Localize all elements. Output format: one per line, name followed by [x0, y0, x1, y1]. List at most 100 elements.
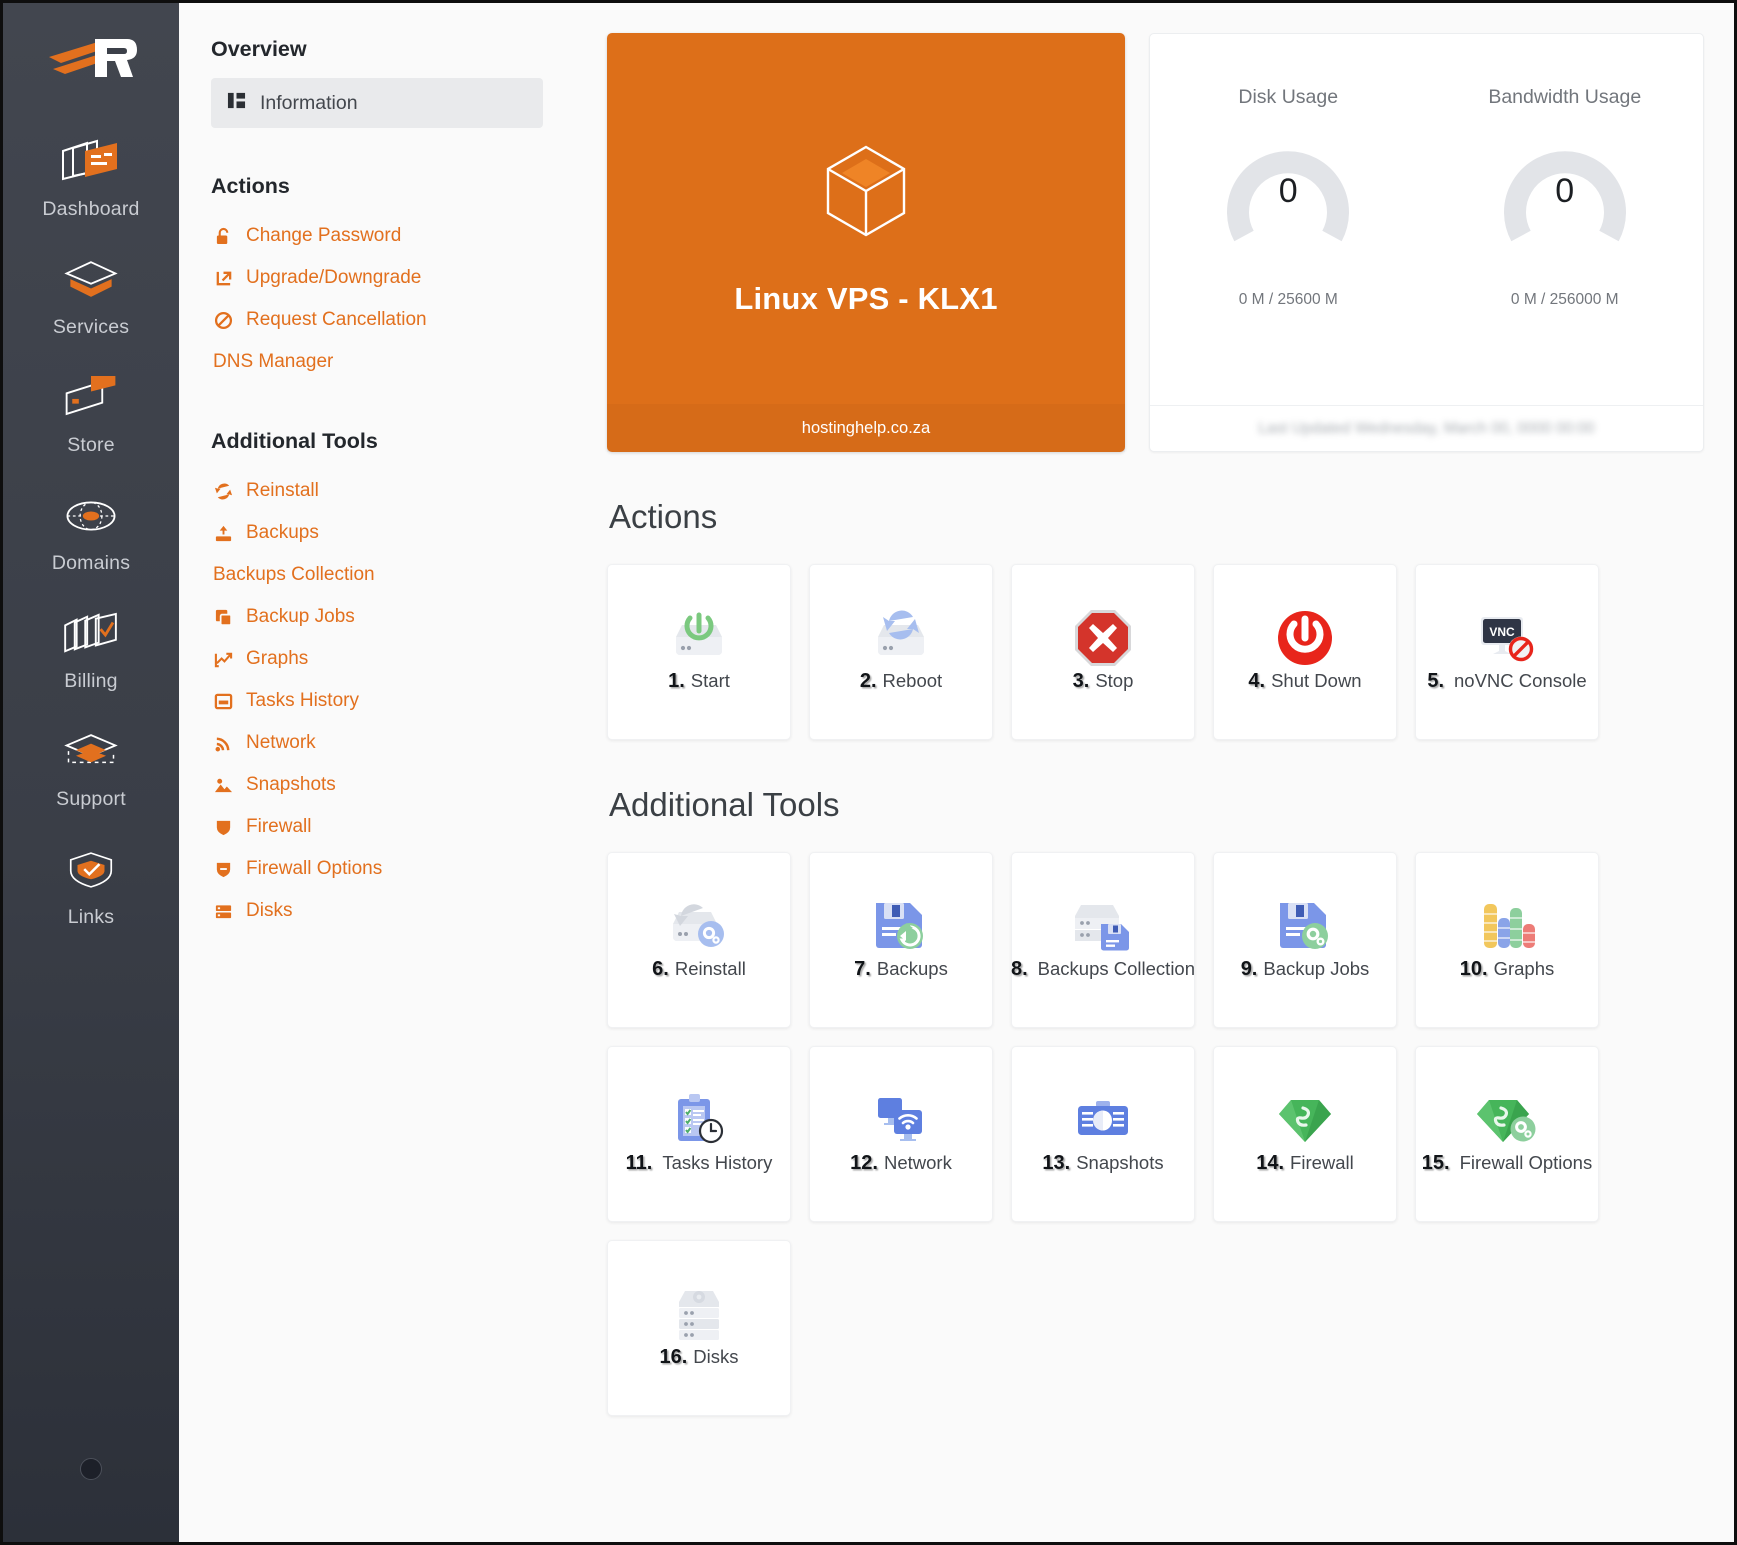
gauge-arc: 0 [1158, 131, 1418, 249]
nav-link-request-cancellation[interactable]: Request Cancellation [211, 299, 543, 341]
sidebar-item-services[interactable]: Services [3, 235, 179, 353]
store-icon [3, 370, 179, 426]
bar-chart-icon [1474, 883, 1540, 969]
secondary-nav: Overview Information Actions Change Pass… [179, 3, 579, 1542]
nav-link-firewall[interactable]: Firewall [211, 806, 543, 848]
action-tile-reboot[interactable]: 2. Reboot [809, 564, 993, 740]
tile-number: 1. [668, 670, 685, 692]
sidebar-item-billing[interactable]: Billing [3, 589, 179, 707]
sidebar-item-label: Dashboard [42, 198, 140, 220]
nav-link-label: Disks [246, 900, 293, 921]
gauge-title: Disk Usage [1238, 86, 1339, 108]
image-icon [213, 776, 233, 795]
firewall-gem-icon [1273, 1077, 1337, 1163]
nav-link-backups[interactable]: Backups [211, 512, 543, 554]
actions-section-heading: Actions [609, 498, 718, 535]
tile-label: Backups [876, 958, 948, 979]
gauge-subtext: 0 M / 25600 M [1238, 291, 1338, 308]
server-reinstall-icon [663, 883, 735, 969]
unlock-icon [213, 227, 233, 246]
nav-link-label: Backups [246, 522, 319, 543]
tool-tile-snapshots[interactable]: 13. Snapshots [1011, 1046, 1195, 1222]
tile-label: Tasks History [662, 1152, 773, 1173]
gauge-value: 0 [1555, 172, 1575, 211]
tool-tile-network[interactable]: 12. Network [809, 1046, 993, 1222]
tool-tile-disks[interactable]: 16. Disks [607, 1240, 791, 1416]
tile-label: Firewall [1290, 1152, 1354, 1173]
tile-number: 14. [1256, 1152, 1285, 1174]
tool-tile-backups-collection[interactable]: 8. Backups Collection [1011, 852, 1195, 1028]
action-tile-stop[interactable]: 3. Stop [1011, 564, 1195, 740]
sidebar-collapse-dot[interactable] [80, 1458, 102, 1480]
nav-link-snapshots[interactable]: Snapshots [211, 764, 543, 806]
tool-tile-backups[interactable]: 7. Backups [809, 852, 993, 1028]
backup-upload-icon [213, 524, 233, 543]
tool-tile-firewall[interactable]: 14. Firewall [1213, 1046, 1397, 1222]
nav-link-label: Backups Collection [213, 564, 375, 585]
nav-link-label: Backup Jobs [246, 606, 355, 627]
sidebar-item-domains[interactable]: Domains [3, 471, 179, 589]
sidebar-item-label: Links [67, 906, 115, 928]
power-off-icon [1274, 595, 1336, 681]
shield-icon [213, 818, 233, 837]
sidebar-item-label: Store [67, 434, 115, 456]
tool-tile-reinstall[interactable]: 6. Reinstall [607, 852, 791, 1028]
action-tile-start[interactable]: 1. Start [607, 564, 791, 740]
sidebar-item-information[interactable]: Information [211, 78, 543, 128]
nav-link-dns-manager[interactable]: DNS Manager [211, 341, 543, 383]
tools-section-heading: Additional Tools [609, 786, 840, 823]
nav-link-label: Firewall Options [246, 858, 383, 879]
nav-link-disks[interactable]: Disks [211, 890, 543, 932]
tile-number: 11. [625, 1152, 653, 1174]
nav-link-tasks-history[interactable]: Tasks History [211, 680, 543, 722]
svg-text:VNC: VNC [1489, 625, 1515, 639]
tile-number: 5. [1427, 670, 1445, 692]
nav-link-reinstall[interactable]: Reinstall [211, 470, 543, 512]
tile-number: 7. [854, 958, 871, 980]
floppy-gear-icon [1272, 883, 1338, 969]
tool-tile-graphs[interactable]: 10. Graphs [1415, 852, 1599, 1028]
nav-link-network[interactable]: Network [211, 722, 543, 764]
tools-tile-grid: 6. Reinstall 7. Backups 8. Backups Colle… [607, 852, 1704, 1416]
nav-link-change-password[interactable]: Change Password [211, 215, 543, 257]
tool-tile-firewall-options[interactable]: 15. Firewall Options [1415, 1046, 1599, 1222]
nav-link-label: Change Password [246, 225, 402, 246]
gauge-arc: 0 [1435, 131, 1695, 249]
sidebar-item-store[interactable]: Store [3, 353, 179, 471]
nav-link-upgrade-downgrade[interactable]: Upgrade/Downgrade [211, 257, 543, 299]
tile-number: 4. [1248, 670, 1266, 692]
tile-label: Shut Down [1271, 670, 1362, 691]
tile-label: Graphs [1493, 958, 1555, 979]
usage-card-footer: Last Updated Wednesday, March 00, 0000 0… [1150, 405, 1703, 451]
nav-link-backups-collection[interactable]: Backups Collection [211, 554, 543, 596]
action-tile-shut-down[interactable]: 4. Shut Down [1213, 564, 1397, 740]
sidebar-item-links[interactable]: Links [3, 825, 179, 943]
nav-link-firewall-options[interactable]: Firewall Options [211, 848, 543, 890]
information-icon [227, 91, 246, 115]
disk-stack-icon [668, 1271, 730, 1357]
sidebar-item-support[interactable]: Support [3, 707, 179, 825]
brand-logo[interactable] [41, 29, 141, 91]
action-tile-novnc-console[interactable]: VNC 5. noVNC Console [1415, 564, 1599, 740]
nav-link-graphs[interactable]: Graphs [211, 638, 543, 680]
camera-icon [1070, 1077, 1136, 1163]
sidebar-item-label: Information [260, 91, 358, 114]
tile-number: 8. [1010, 958, 1028, 980]
nav-link-backup-jobs[interactable]: Backup Jobs [211, 596, 543, 638]
billing-icon [3, 606, 179, 662]
copy-icon [213, 608, 233, 627]
tool-tile-tasks-history[interactable]: 11. Tasks History [607, 1046, 791, 1222]
sync-icon [213, 482, 233, 501]
vps-card-footer: hostinghelp.co.za [607, 404, 1125, 452]
tool-tile-backup-jobs[interactable]: 9. Backup Jobs [1213, 852, 1397, 1028]
tile-number: 13. [1042, 1152, 1071, 1174]
chart-line-icon [213, 650, 233, 669]
stop-octagon-icon [1071, 595, 1135, 681]
links-icon [3, 842, 179, 898]
nav-link-label: DNS Manager [213, 351, 334, 372]
server-floppy-icon [1067, 883, 1139, 969]
sidebar-item-label: Billing [64, 670, 118, 692]
sidebar-item-dashboard[interactable]: Dashboard [3, 117, 179, 235]
ban-icon [213, 311, 233, 330]
vps-summary-card[interactable]: Linux VPS - KLX1 hostinghelp.co.za [607, 33, 1125, 452]
